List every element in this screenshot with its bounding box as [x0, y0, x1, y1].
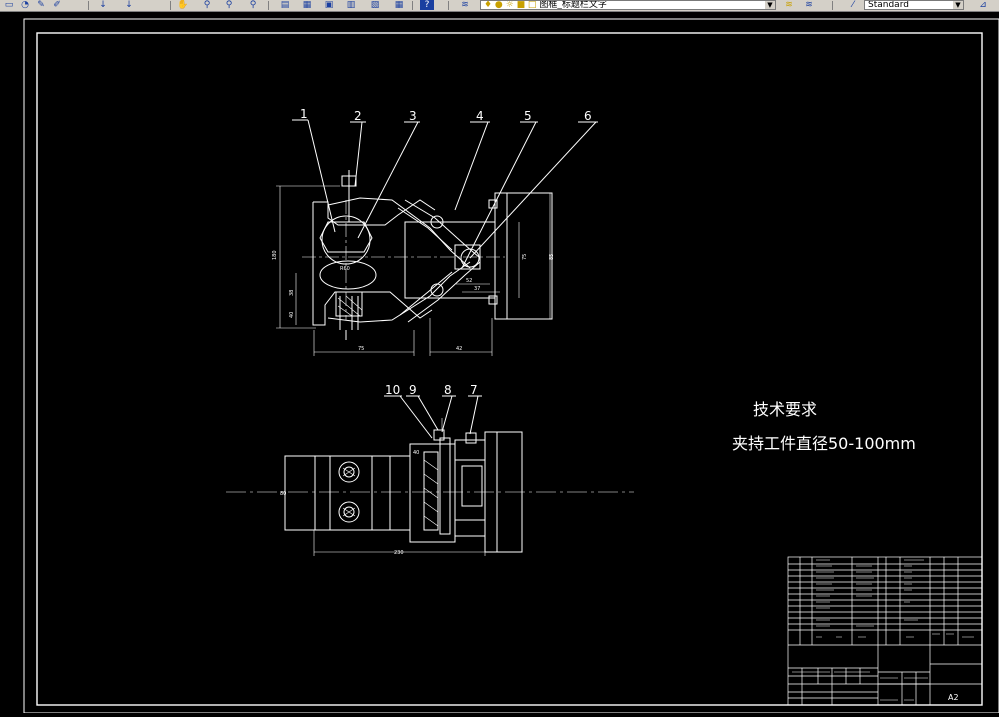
sheet-set-icon[interactable]: ▣	[322, 0, 336, 10]
front-view	[276, 119, 598, 356]
dim-37: 37	[474, 286, 480, 292]
open-icon[interactable]: ◔	[18, 0, 32, 10]
layer-manager-icon[interactable]: ≋	[458, 0, 472, 10]
drawing-canvas[interactable]: 1 2 3 4 5 6 180 38 40 75 42 52 37 75 85 …	[0, 12, 999, 714]
toolbar: ▭ ◔ ✎ ✐ ↓ ↓ ✋ ⚲ ⚲ ⚲ ▤ ▦ ▣ ▥ ▧ ▦ ? ≋ ♦ ● …	[0, 0, 999, 12]
part-labels-front: 1 2 3 4 5 6	[300, 107, 592, 123]
scale-icon[interactable]: ⊿	[976, 0, 990, 10]
chevron-down-icon[interactable]: ▼	[765, 1, 775, 9]
top-view	[226, 395, 634, 556]
part-label-1: 1	[300, 107, 308, 121]
part-label-9: 9	[409, 383, 417, 397]
zoom-realtime-icon[interactable]: ✋	[176, 0, 190, 10]
layer-previous-icon[interactable]: ≋	[782, 0, 796, 10]
text-style-combo[interactable]: Standard ▼	[864, 0, 964, 10]
part-labels-top: 10 9 8 7	[385, 383, 478, 397]
quickcalc-icon[interactable]: ▧	[368, 0, 382, 10]
markup-icon[interactable]: ▥	[344, 0, 358, 10]
dim-52: 52	[466, 278, 472, 284]
dim-r60: R60	[340, 266, 350, 272]
part-label-7: 7	[470, 383, 478, 397]
layer-combo[interactable]: ♦ ● ☼ ■ □ 图框_标题栏文字 ▼	[480, 0, 776, 10]
drawing-svg: 1 2 3 4 5 6 180 38 40 75 42 52 37 75 85 …	[23, 18, 999, 714]
sheet-size: A2	[948, 693, 959, 702]
part-label-6: 6	[584, 109, 592, 123]
tool-palettes-icon[interactable]: ▦	[300, 0, 314, 10]
dim-85: 85	[549, 254, 555, 260]
dim-38: 38	[289, 290, 295, 296]
outer-frame	[23, 18, 999, 714]
dim-80: 80	[280, 491, 286, 497]
properties-icon[interactable]: ⚲	[246, 0, 260, 10]
zoom-previous-icon[interactable]: ⚲	[222, 0, 236, 10]
design-center-icon[interactable]: ▤	[278, 0, 292, 10]
redo-icon[interactable]: ↓	[122, 0, 136, 10]
dim-42: 42	[456, 346, 462, 352]
dimension-texts-front: 180 38 40 75 42 52 37 75 85 R60	[272, 250, 555, 352]
undo-icon[interactable]: ↓	[96, 0, 110, 10]
tech-requirements-text: 夹持工件直径50-100mm	[732, 434, 916, 453]
chevron-down-icon[interactable]: ▼	[953, 1, 963, 9]
dim-40: 40	[289, 312, 295, 318]
part-label-4: 4	[476, 109, 484, 123]
text-style-icon[interactable]: ⁄	[846, 0, 860, 10]
part-label-10: 10	[385, 383, 400, 397]
pan-icon[interactable]: ✎	[34, 0, 48, 10]
dim-230: 230	[394, 550, 404, 556]
layer-combo-value: 图框_标题栏文字	[539, 0, 607, 10]
new-icon[interactable]: ▭	[2, 0, 16, 10]
text-style-value: Standard	[868, 0, 909, 10]
dim-40b: 40	[413, 450, 419, 456]
part-label-2: 2	[354, 109, 362, 123]
part-label-5: 5	[524, 109, 532, 123]
dim-75b: 75	[522, 254, 528, 260]
part-label-8: 8	[444, 383, 452, 397]
help-icon[interactable]: ?	[420, 0, 434, 10]
inner-frame	[36, 32, 983, 706]
title-block	[787, 556, 983, 706]
part-label-3: 3	[409, 109, 417, 123]
zoom-window-icon[interactable]: ⚲	[200, 0, 214, 10]
tech-requirements-title: 技术要求	[753, 400, 817, 419]
quickcalc-grid-icon[interactable]: ▦	[392, 0, 406, 10]
dim-75: 75	[358, 346, 364, 352]
match-properties-icon[interactable]: ✐	[50, 0, 64, 10]
dimension-texts-top: 230 80 40	[280, 450, 419, 556]
dim-180: 180	[272, 250, 278, 260]
layer-states-icon[interactable]: ≋	[802, 0, 816, 10]
